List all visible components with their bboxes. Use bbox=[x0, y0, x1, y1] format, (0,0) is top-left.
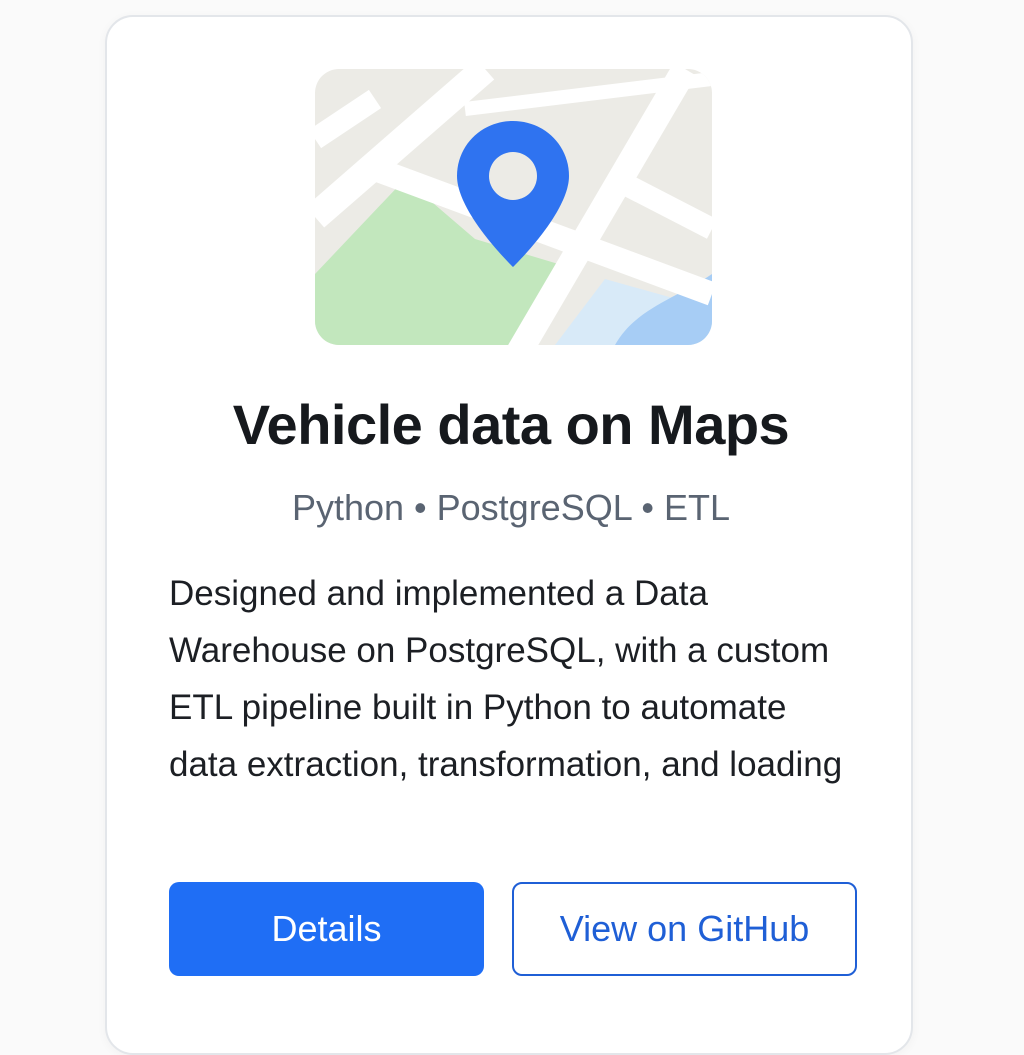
project-card: Vehicle data on Maps Python • PostgreSQL… bbox=[105, 15, 913, 1055]
view-on-github-button[interactable]: View on GitHub bbox=[512, 882, 857, 976]
details-button[interactable]: Details bbox=[169, 882, 484, 976]
map-thumbnail bbox=[315, 69, 712, 345]
project-description: Designed and implemented a Data Warehous… bbox=[169, 574, 843, 784]
tech-tags: Python • PostgreSQL • ETL bbox=[291, 487, 731, 528]
map-pin-icon bbox=[457, 121, 569, 267]
project-title: Vehicle data on Maps bbox=[232, 393, 790, 456]
